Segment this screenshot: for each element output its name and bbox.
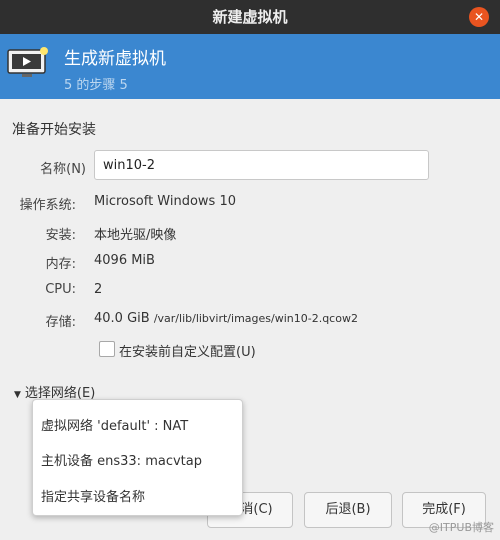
network-dropdown-menu: 虚拟网络 'default' : NAT 主机设备 ens33: macvtap… xyxy=(32,399,243,516)
network-option-nat[interactable]: 虚拟网络 'default' : NAT xyxy=(41,415,188,434)
watermark: @ITPUB博客 xyxy=(428,521,494,534)
window-title: 新建虚拟机 xyxy=(212,8,288,26)
network-option-macvtap[interactable]: 主机设备 ens33: macvtap xyxy=(41,450,202,469)
banner-title: 生成新虚拟机 xyxy=(64,49,166,69)
memory-value: 4096 MiB xyxy=(94,253,155,268)
storage-path: /var/lib/libvirt/images/win10-2.qcow2 xyxy=(153,312,358,325)
name-label: 名称(N) xyxy=(40,162,86,177)
back-button[interactable]: 后退(B) xyxy=(304,492,392,528)
install-label: 安装: xyxy=(45,228,76,243)
os-label: 操作系统: xyxy=(19,198,76,213)
storage-value: 40.0 GiB /var/lib/libvirt/images/win10-2… xyxy=(94,311,358,326)
window-titlebar: 新建虚拟机 ✕ xyxy=(0,0,500,34)
step-indicator: 5 的步骤 5 xyxy=(64,78,128,93)
new-vm-monitor-icon xyxy=(7,47,48,77)
close-icon[interactable]: ✕ xyxy=(469,7,489,27)
os-value: Microsoft Windows 10 xyxy=(94,194,236,209)
memory-label: 内存: xyxy=(45,257,76,272)
customize-checkbox[interactable] xyxy=(99,341,115,357)
section-title: 准备开始安装 xyxy=(12,122,96,138)
cpu-label: CPU: xyxy=(45,282,76,297)
install-value: 本地光驱/映像 xyxy=(94,228,177,243)
header-banner: 生成新虚拟机 5 的步骤 5 xyxy=(0,34,500,99)
customize-checkbox-label[interactable]: 在安装前自定义配置(U) xyxy=(119,341,256,360)
vm-name-input[interactable] xyxy=(94,150,429,180)
cpu-value: 2 xyxy=(94,282,103,297)
network-option-shared-device[interactable]: 指定共享设备名称 xyxy=(41,486,145,505)
storage-size: 40.0 GiB xyxy=(94,311,150,326)
expander-arrow-icon: ▼ xyxy=(14,390,21,400)
storage-label: 存储: xyxy=(45,315,76,330)
